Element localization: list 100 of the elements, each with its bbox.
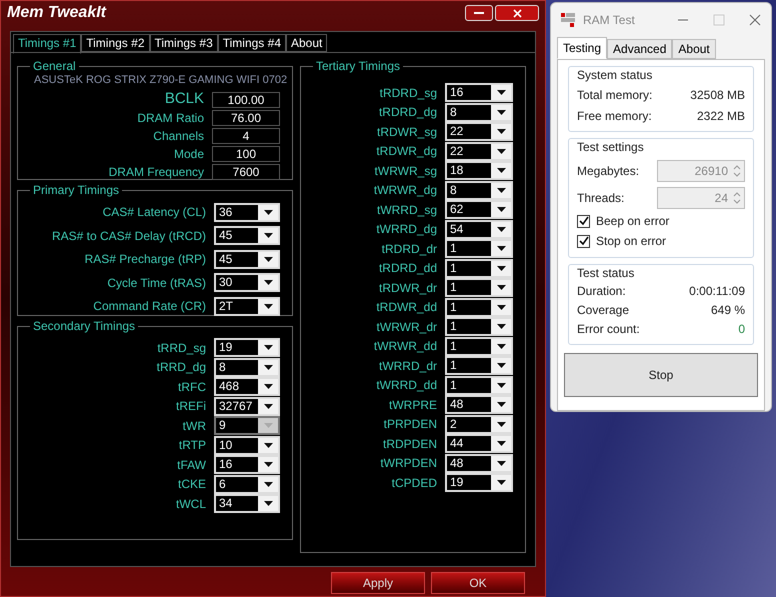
timing-dropdown[interactable]: 48	[445, 454, 513, 472]
caret-icon	[496, 344, 506, 348]
spinner-label: Threads:	[577, 190, 624, 207]
tab[interactable]: About	[672, 39, 716, 59]
tab[interactable]: Timings #2	[81, 34, 150, 52]
tab[interactable]: About	[286, 34, 328, 52]
timing-dropdown[interactable]: 19	[214, 338, 280, 357]
timing-dropdown[interactable]: 1	[445, 317, 513, 336]
info-value: 0	[738, 320, 745, 338]
timing-dropdown[interactable]: 1	[445, 278, 513, 297]
info-label: Total memory:	[577, 86, 652, 104]
info-value: 2322 MB	[696, 108, 745, 124]
timing-dropdown[interactable]: 1	[445, 356, 513, 375]
caret-icon	[496, 90, 506, 95]
timing-dropdown[interactable]: 22	[445, 122, 513, 141]
tab[interactable]: Timings #1	[13, 34, 82, 54]
caret-icon	[264, 210, 272, 214]
timing-label: tWRPDEN	[380, 455, 437, 472]
window-title: RAM Test	[583, 12, 636, 29]
close-icon	[512, 8, 522, 18]
info-value: 649 %	[710, 302, 745, 318]
timing-label: tRDWR_sg	[376, 124, 437, 140]
timing-dropdown[interactable]: 1	[445, 258, 513, 278]
timing-dropdown[interactable]: 54	[445, 220, 513, 238]
timing-dropdown[interactable]: 18	[445, 161, 513, 180]
stop-button[interactable]: Stop	[564, 353, 758, 397]
timing-dropdown[interactable]: 34	[214, 494, 280, 513]
timing-label: tRDWR_dg	[376, 143, 437, 160]
timing-dropdown[interactable]: 19	[445, 473, 513, 492]
timing-dropdown[interactable]: 36	[214, 202, 280, 222]
checkbox[interactable]	[577, 214, 590, 228]
close-icon[interactable]	[749, 14, 761, 26]
timing-dropdown[interactable]: 22	[445, 142, 513, 160]
caret-icon	[264, 423, 272, 428]
timing-label: tRDWR_dr	[378, 280, 437, 296]
timing-label: tPRPDEN	[384, 416, 437, 433]
caret-icon	[496, 382, 506, 388]
timing-dropdown[interactable]: 45	[214, 226, 280, 245]
caret-icon	[496, 422, 506, 426]
timing-label: tWRWR_sg	[374, 162, 437, 180]
field-label: Mode	[174, 146, 204, 162]
timing-dropdown[interactable]: 30	[214, 273, 280, 292]
field-value: 7600	[212, 164, 280, 180]
tab[interactable]: Timings #4	[218, 34, 286, 52]
timing-dropdown[interactable]: 1	[445, 336, 513, 356]
caret-icon	[496, 207, 506, 212]
timing-label: tRFC	[178, 378, 206, 396]
checkbox[interactable]	[577, 234, 590, 248]
timing-label: tRTP	[178, 437, 206, 454]
caret-icon	[496, 304, 506, 310]
timing-label: RAS# to CAS# Delay (tRCD)	[52, 228, 206, 244]
info-label: Coverage	[577, 302, 630, 318]
caret-icon	[496, 266, 506, 270]
timing-dropdown[interactable]: 16	[214, 455, 280, 474]
timing-dropdown[interactable]: 16	[445, 83, 513, 102]
field-label: Channels	[153, 128, 204, 144]
info-label: Free memory:	[577, 108, 652, 124]
caret-icon	[264, 482, 272, 486]
timing-dropdown[interactable]: 2	[445, 414, 513, 434]
timing-dropdown[interactable]: 32767	[214, 396, 280, 416]
timing-dropdown[interactable]: 1	[445, 239, 513, 258]
timing-dropdown[interactable]: 45	[214, 250, 280, 268]
timing-dropdown[interactable]: 8	[445, 102, 513, 122]
timing-dropdown[interactable]: 8	[445, 180, 513, 200]
tab[interactable]: Timings #3	[150, 34, 218, 52]
timing-label: tRDRD_sg	[380, 84, 437, 102]
caret-icon	[496, 402, 506, 407]
timing-dropdown[interactable]: 468	[214, 377, 280, 396]
timing-dropdown[interactable]: 2T	[214, 296, 280, 316]
dialog-button[interactable]: Apply	[331, 572, 425, 594]
timing-dropdown[interactable]: 48	[445, 395, 513, 414]
caret-icon	[264, 384, 272, 389]
timing-dropdown[interactable]: 1	[445, 298, 513, 316]
timing-dropdown[interactable]: 10	[214, 436, 280, 454]
minimize-button[interactable]	[465, 5, 493, 21]
info-value: 32508 MB	[690, 86, 745, 104]
timing-label: tRDRD_dr	[382, 240, 437, 258]
dialog-button[interactable]: OK	[431, 572, 525, 594]
field-value: 100.00	[212, 92, 280, 108]
timing-dropdown[interactable]: 1	[445, 376, 513, 394]
close-button[interactable]	[495, 5, 539, 21]
caret-icon	[496, 226, 506, 232]
timing-dropdown[interactable]: 44	[445, 434, 513, 453]
caret-icon	[264, 364, 272, 370]
spinner-label: Megabytes:	[577, 163, 640, 180]
timing-label: tWCL	[176, 496, 206, 512]
caret-icon	[496, 324, 506, 329]
tab[interactable]: Advanced	[607, 39, 672, 59]
caret-icon	[264, 442, 272, 448]
timing-dropdown[interactable]: 8	[214, 358, 280, 376]
group-title: Test status	[577, 265, 636, 281]
tab[interactable]: Testing	[557, 37, 608, 59]
timing-dropdown[interactable]: 6	[214, 474, 280, 494]
timing-label: tWRRD_dd	[376, 377, 437, 394]
caret-icon	[264, 304, 272, 308]
checkbox-label: Beep on error	[596, 213, 670, 230]
caret-icon	[264, 233, 272, 238]
caret-icon	[496, 110, 506, 114]
timing-dropdown[interactable]: 62	[445, 200, 513, 219]
caret-icon	[496, 129, 506, 134]
